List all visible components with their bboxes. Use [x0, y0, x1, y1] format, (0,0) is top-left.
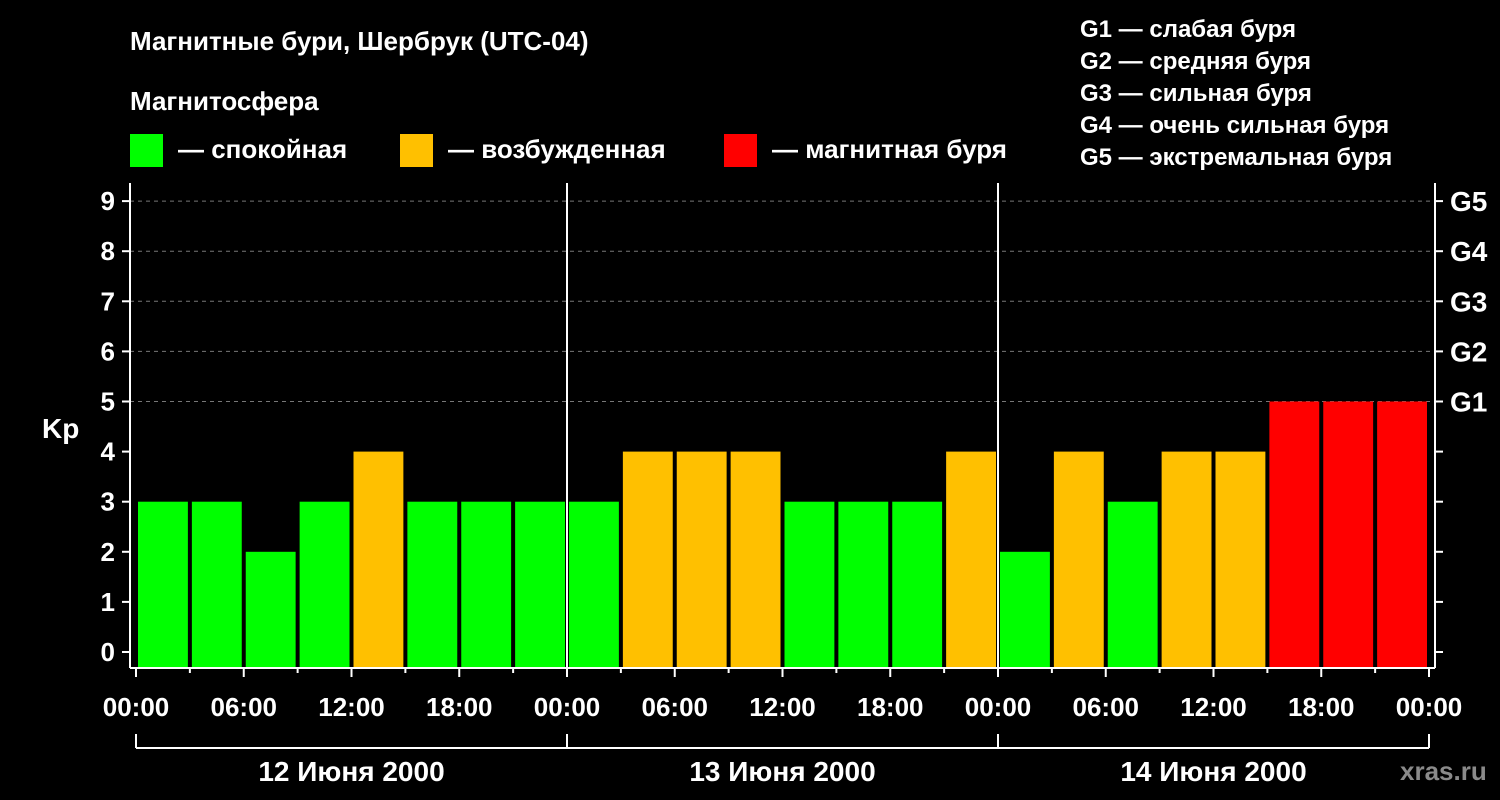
- y-tick-label: 3: [101, 487, 115, 517]
- x-tick-label: 18:00: [1288, 692, 1355, 722]
- storm-level-label: G3: [1450, 286, 1487, 317]
- x-tick-label: 06:00: [211, 692, 278, 722]
- kp-bar: [1000, 551, 1050, 668]
- kp-bar: [1215, 451, 1266, 668]
- x-tick-label: 00:00: [534, 692, 601, 722]
- x-tick-label: 18:00: [426, 692, 493, 722]
- legend-item-quiet: — спокойная: [130, 134, 347, 167]
- y-tick-label: 6: [101, 336, 115, 366]
- kp-bar: [138, 501, 188, 668]
- storm-level-label: G4: [1450, 236, 1488, 267]
- storm-level-label: G2: [1450, 336, 1487, 367]
- x-tick-label: 00:00: [965, 692, 1032, 722]
- kp-bar: [838, 501, 889, 668]
- kp-bar: [784, 501, 835, 668]
- kp-bar: [892, 501, 943, 668]
- x-tick-label: 06:00: [642, 692, 709, 722]
- x-tick-label: 00:00: [1396, 692, 1463, 722]
- storm-level-label: G5: [1450, 186, 1487, 217]
- kp-chart: Магнитные бури, Шербрук (UTC-04) Магнито…: [42, 16, 1488, 787]
- magnetosphere-label: Магнитосфера: [130, 86, 319, 116]
- storm-scale-g1: G1 — слабая буря: [1080, 16, 1296, 43]
- x-tick-label: 00:00: [103, 692, 170, 722]
- storm-scale-g3: G3 — сильная буря: [1080, 80, 1312, 107]
- y-tick-label: 4: [101, 437, 116, 467]
- y-tick-label: 7: [101, 286, 115, 316]
- day-label: 12 Июня 2000: [258, 756, 444, 787]
- kp-bar: [299, 501, 350, 668]
- kp-bar: [730, 451, 781, 668]
- legend-swatch-active: [400, 134, 433, 167]
- legend-label-quiet: — спокойная: [178, 134, 347, 164]
- kp-bar: [1053, 451, 1104, 668]
- kp-bar: [622, 451, 673, 668]
- x-tick-label: 12:00: [1180, 692, 1247, 722]
- storm-scale-legend: G1 — слабая буря G2 — средняя буря G3 — …: [1080, 16, 1392, 171]
- storm-scale-g2: G2 — средняя буря: [1080, 48, 1311, 75]
- x-tick-label: 12:00: [318, 692, 385, 722]
- legend-item-active: — возбужденная: [400, 134, 666, 167]
- kp-bar: [1269, 401, 1320, 668]
- x-tick-label: 12:00: [749, 692, 816, 722]
- kp-bar: [245, 551, 296, 668]
- kp-bar: [1107, 501, 1158, 668]
- kp-bar: [676, 451, 727, 668]
- kp-bar: [407, 501, 458, 668]
- y-tick-label: 0: [101, 637, 115, 667]
- kp-bar: [515, 501, 565, 668]
- x-tick-label: 18:00: [857, 692, 924, 722]
- plot-area: 0 1 2 3 4 5 6 7 8 9 G1 G2 G3 G4 G5 00:00 06:00 12:00 18:00…: [101, 183, 1488, 787]
- kp-bar: [353, 451, 404, 668]
- watermark: xras.ru: [1400, 756, 1487, 786]
- storm-level-label: G1: [1450, 387, 1487, 418]
- legend-swatch-quiet: [130, 134, 163, 167]
- chart-title: Магнитные бури, Шербрук (UTC-04): [130, 26, 589, 56]
- day-label: 13 Июня 2000: [689, 756, 875, 787]
- y-tick-label: 1: [101, 587, 115, 617]
- x-tick-label: 06:00: [1073, 692, 1140, 722]
- storm-scale-g5: G5 — экстремальная буря: [1080, 144, 1392, 171]
- kp-bar: [191, 501, 242, 668]
- legend-item-storm: — магнитная буря: [724, 134, 1007, 167]
- kp-bar: [1323, 401, 1374, 668]
- kp-bar: [1161, 451, 1212, 668]
- kp-bar: [461, 501, 512, 668]
- day-label: 14 Июня 2000: [1120, 756, 1306, 787]
- legend-label-storm: — магнитная буря: [772, 134, 1007, 164]
- kp-bar: [1377, 401, 1427, 668]
- y-axis-label: Kp: [42, 413, 79, 444]
- y-tick-label: 2: [101, 537, 115, 567]
- legend-swatch-storm: [724, 134, 757, 167]
- storm-scale-g4: G4 — очень сильная буря: [1080, 112, 1389, 139]
- y-tick-label: 8: [101, 236, 115, 266]
- y-tick-label: 5: [101, 387, 115, 417]
- legend-label-active: — возбужденная: [448, 134, 666, 164]
- kp-bar: [946, 451, 996, 668]
- color-legend: — спокойная — возбужденная — магнитная б…: [130, 134, 1007, 167]
- y-tick-label: 9: [101, 186, 115, 216]
- kp-bar: [569, 501, 619, 668]
